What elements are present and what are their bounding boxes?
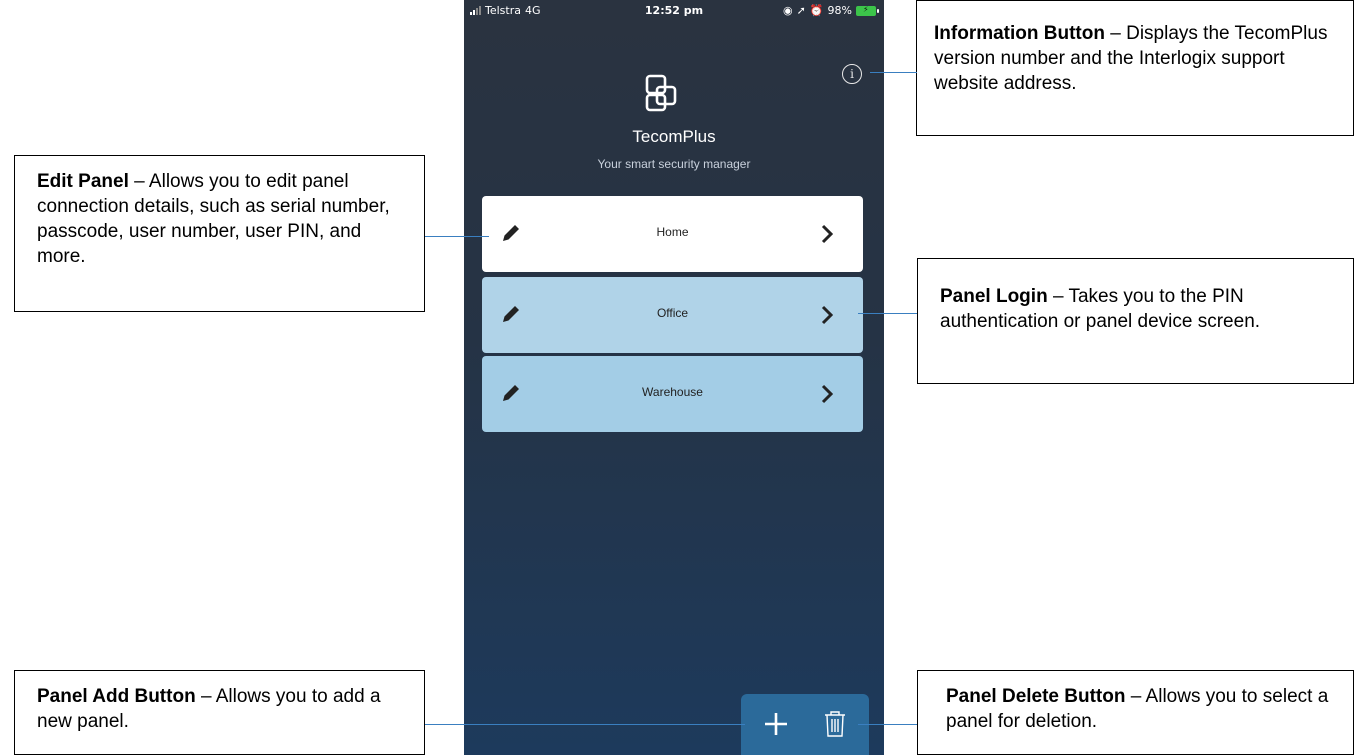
battery-icon: ⚡ — [856, 5, 879, 16]
status-right: ◉ ➚ ⏰ 98% ⚡ — [783, 4, 879, 17]
app-title: TecomPlus — [632, 127, 716, 146]
callout-title: Panel Login — [940, 286, 1048, 307]
navigation-icon: ➚ — [796, 4, 806, 17]
tecomplus-logo-icon — [645, 74, 677, 112]
chevron-right-icon[interactable] — [821, 305, 833, 325]
chevron-right-icon[interactable] — [821, 384, 833, 404]
alarm-icon: ⏰ — [809, 4, 824, 17]
panel-name: Office — [656, 306, 689, 320]
status-bar: Telstra 4G 12:52 pm ◉ ➚ ⏰ 98% ⚡ — [464, 0, 884, 22]
bottom-toolbar — [741, 694, 869, 755]
info-icon[interactable]: i — [842, 64, 862, 84]
panel-name: Home — [656, 225, 689, 239]
battery-percent: 98% — [827, 4, 852, 17]
phone-screen: Telstra 4G 12:52 pm ◉ ➚ ⏰ 98% ⚡ i TecomP… — [464, 0, 884, 755]
leader-line-login — [858, 313, 917, 314]
callout-title: Information Button — [934, 23, 1105, 44]
location-icon: ◉ — [783, 4, 793, 17]
callout-edit-panel: Edit Panel – Allows you to edit panel co… — [14, 155, 425, 312]
app-subtitle: Your smart security manager — [597, 157, 751, 171]
leader-line-delete — [858, 724, 917, 725]
leader-line-add — [425, 724, 745, 725]
callout-panel-add-button: Panel Add Button – Allows you to add a n… — [14, 670, 425, 755]
panel-name: Warehouse — [642, 385, 703, 399]
panel-item-warehouse[interactable]: Warehouse — [482, 356, 863, 432]
plus-icon[interactable] — [761, 709, 791, 739]
callout-information-button: Information Button – Displays the TecomP… — [916, 0, 1354, 136]
chevron-right-icon[interactable] — [821, 224, 833, 244]
callout-panel-delete-button: Panel Delete Button – Allows you to sele… — [917, 670, 1354, 755]
trash-icon[interactable] — [823, 709, 847, 739]
callout-title: Panel Delete Button — [946, 686, 1126, 707]
callout-title: Edit Panel — [37, 171, 129, 192]
callout-panel-login: Panel Login – Takes you to the PIN authe… — [917, 258, 1354, 384]
callout-title: Panel Add Button — [37, 686, 196, 707]
panel-item-office[interactable]: Office — [482, 277, 863, 353]
panel-item-home[interactable]: Home — [482, 196, 863, 272]
leader-line-info — [870, 72, 917, 73]
leader-line-edit — [425, 236, 489, 237]
